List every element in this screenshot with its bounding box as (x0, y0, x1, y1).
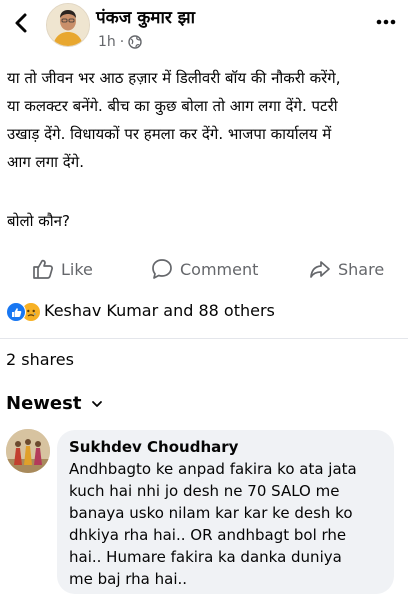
post-text-question: बोलो कौन? (7, 212, 70, 230)
comment-text-line: dhkiya rha hai.. OR andhbagt bol rhe (69, 526, 347, 544)
comment-text-line: me baj rha hai.. (69, 570, 188, 588)
divider (0, 338, 408, 339)
chevron-left-icon (15, 13, 27, 33)
reaction-icons[interactable] (6, 302, 41, 322)
chevron-down-icon (92, 400, 103, 407)
sort-label: Newest (6, 393, 82, 414)
comment-text-line: kuch hai nhi jo desh ne 70 SALO me (69, 482, 340, 500)
share-button[interactable]: Share (309, 256, 384, 282)
comment-text-line: banaya usko nilam kar kar ke desh ko (69, 504, 353, 522)
author-avatar[interactable] (46, 3, 90, 47)
post-text-line: उखाड़ देंगे. विधायकों पर हमला कर देंगे. … (7, 125, 332, 143)
share-arrow-icon (310, 261, 330, 278)
comment-button[interactable]: Comment (151, 256, 258, 282)
meta-separator: · (119, 34, 125, 50)
like-label: Like (61, 259, 93, 279)
back-button[interactable] (10, 8, 34, 38)
post-text-line: आग लगा देंगे. (7, 153, 84, 171)
post-text-line: या कलक्टर बनेंगे. बीच का कुछ बोला तो आग … (7, 97, 338, 115)
comment-text-line: hai.. Humare fakira ka danka duniya (69, 548, 342, 566)
globe-icon (128, 35, 142, 49)
comment-bubble-icon (152, 259, 172, 279)
more-options-button[interactable] (374, 8, 398, 32)
post-meta: 1h · (98, 34, 142, 50)
comment-sort-dropdown[interactable]: Newest (6, 393, 103, 414)
comment-label: Comment (180, 259, 259, 279)
reaction-summary[interactable]: Keshav Kumar and 88 others (44, 301, 275, 320)
commenter-name[interactable]: Sukhdev Choudhary (69, 438, 382, 456)
like-icon (6, 302, 26, 322)
profile-photo (6, 429, 50, 473)
comment-text-line: Andhbagto ke anpad fakira ko ata jata (69, 460, 357, 478)
profile-photo (47, 4, 89, 46)
share-count[interactable]: 2 shares (6, 350, 74, 369)
post-author-name[interactable]: पंकज कुमार झा (96, 5, 195, 28)
share-label: Share (338, 259, 385, 279)
more-horizontal-icon (376, 19, 396, 25)
like-button[interactable]: Like (32, 256, 93, 282)
post-text-line: या तो जीवन भर आठ हज़ार में डिलीवरी बॉय क… (7, 69, 341, 87)
comment-bubble[interactable]: Sukhdev Choudhary Andhbagto ke anpad fak… (57, 430, 394, 594)
commenter-avatar[interactable] (6, 429, 50, 473)
thumbs-up-icon (33, 259, 53, 279)
post-time[interactable]: 1h (98, 34, 116, 50)
